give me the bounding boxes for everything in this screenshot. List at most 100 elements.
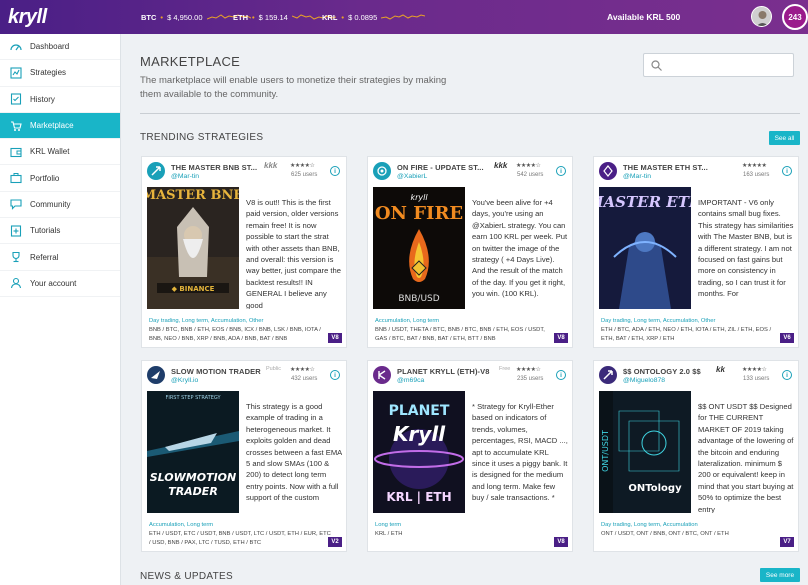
sidebar: Dashboard Strategies History Marketplace… <box>0 34 121 585</box>
svg-text:◆ BINANCE: ◆ BINANCE <box>172 285 215 293</box>
svg-text:MASTER ETH: MASTER ETH <box>599 193 691 211</box>
strategy-title[interactable]: THE MASTER BNB ST... <box>171 163 257 172</box>
kkk-badge: kk <box>716 365 725 374</box>
info-icon[interactable]: i <box>556 370 566 380</box>
search-icon <box>651 60 662 71</box>
sidebar-item-label: Tutorials <box>30 226 61 236</box>
strategy-author[interactable]: @Kryll.io <box>171 377 198 384</box>
sidebar-item-tutorials[interactable]: Tutorials <box>0 218 120 245</box>
strategy-tags: Accumulation, Long term <box>149 522 214 528</box>
strategy-author[interactable]: @Miguelo878 <box>623 377 665 384</box>
main-content: MARKETPLACE The marketplace will enable … <box>121 34 808 585</box>
svg-text:ON FIRE: ON FIRE <box>375 203 463 224</box>
user-count: 235 users <box>517 376 544 382</box>
strategy-title[interactable]: PLANET KRYLL (ETH)-V8 <box>397 367 490 376</box>
sidebar-item-krl-wallet[interactable]: KRL Wallet <box>0 139 120 166</box>
info-icon[interactable]: i <box>782 166 792 176</box>
strategy-author[interactable]: @XabierL <box>397 173 427 180</box>
strategy-author[interactable]: @Mar-tin <box>623 173 651 180</box>
sidebar-item-marketplace[interactable]: Marketplace <box>0 112 120 140</box>
section-title-trending: TRENDING STRATEGIES <box>140 132 264 143</box>
sidebar-item-label: Strategies <box>30 68 67 78</box>
see-all-button[interactable]: See all <box>769 131 800 145</box>
see-more-button[interactable]: See more <box>760 568 800 582</box>
krl-sparkline <box>381 14 426 20</box>
strategy-tags: Day trading, Long term, Accumulation, Ot… <box>149 318 264 324</box>
strategy-icon <box>373 162 391 180</box>
strategy-tags: Accumulation, Long term <box>375 318 440 324</box>
rating-stars: ★★★★★ <box>742 163 767 169</box>
info-icon[interactable]: i <box>330 370 340 380</box>
sidebar-item-community[interactable]: Community <box>0 192 120 219</box>
sidebar-item-label: KRL Wallet <box>30 147 70 157</box>
svg-text:ONTology: ONTology <box>628 483 682 494</box>
sidebar-item-portfolio[interactable]: Portfolio <box>0 165 120 192</box>
strategy-title[interactable]: $$ ONTOLOGY 2.0 $$ <box>623 367 701 376</box>
ticker-dot-icon: • <box>341 12 345 22</box>
strategy-icon <box>599 366 617 384</box>
strategy-tags: Long term <box>375 522 402 528</box>
sidebar-item-strategies[interactable]: Strategies <box>0 60 120 87</box>
strategy-author[interactable]: @m69ca <box>397 377 424 384</box>
version-badge: V8 <box>554 333 568 343</box>
referral-icon <box>12 251 20 263</box>
page-title: MARKETPLACE <box>140 54 241 69</box>
wallet-icon <box>10 147 22 157</box>
notification-badge[interactable]: 243 <box>782 4 808 30</box>
sidebar-item-your-account[interactable]: Your account <box>0 271 120 297</box>
krl-ticker: KRL • $ 0.0895 <box>322 12 426 22</box>
visibility-label: Public <box>266 366 281 372</box>
strategy-cover-image: ◆ BINANCE MASTER BNB <box>147 187 239 309</box>
sidebar-item-dashboard[interactable]: Dashboard <box>0 34 120 61</box>
sidebar-item-history[interactable]: History <box>0 87 120 113</box>
strategy-card[interactable]: ON FIRE - UPDATE ST... kkk @XabierL ★★★★… <box>367 156 573 348</box>
user-count: 625 users <box>291 172 318 178</box>
strategy-tags: Day trading, Long term, Accumulation <box>601 522 698 528</box>
kryll-logo[interactable]: kryll <box>8 6 47 29</box>
section-title-news: NEWS & UPDATES <box>140 571 233 582</box>
info-icon[interactable]: i <box>556 166 566 176</box>
version-badge: V2 <box>328 537 342 547</box>
info-icon[interactable]: i <box>782 370 792 380</box>
strategy-card[interactable]: PLANET KRYLL (ETH)-V8 Free @m69ca ★★★★☆ … <box>367 360 573 552</box>
strategy-card[interactable]: THE MASTER ETH ST... @Mar-tin ★★★★★ 163 … <box>593 156 799 348</box>
rating-stars: ★★★★☆ <box>290 367 315 373</box>
strategy-description: This strategy is a good example of tradi… <box>246 402 342 503</box>
sidebar-item-label: Referral <box>30 252 59 262</box>
strategy-card[interactable]: THE MASTER BNB ST... kkk @Mar-tin ★★★★☆ … <box>141 156 347 348</box>
divider <box>140 113 800 114</box>
sidebar-item-referral[interactable]: Referral <box>0 244 120 271</box>
user-avatar[interactable] <box>751 6 772 27</box>
user-count: 133 users <box>743 376 770 382</box>
strategy-cover-image: ONT/USDT ONTology <box>599 391 691 513</box>
strategy-cover-image: kryll ON FIRE BNB/USD <box>373 187 465 309</box>
strategy-cover-image: FIRST STEP STRATEGY SLOWMOTION TRADER <box>147 391 239 513</box>
search-input[interactable] <box>643 53 794 77</box>
strategy-cover-image: PLANET Kryll KRL | ETH <box>373 391 465 513</box>
svg-text:FIRST STEP STRATEGY: FIRST STEP STRATEGY <box>165 395 221 401</box>
version-badge: V8 <box>328 333 342 343</box>
kkk-badge: kkk <box>264 161 278 170</box>
strategy-cover-image: MASTER ETH <box>599 187 691 309</box>
strategy-pairs: ETH / USDT, ETC / USDT, BNB / USDT, LTC … <box>149 531 331 546</box>
community-icon <box>10 199 22 211</box>
info-icon[interactable]: i <box>330 166 340 176</box>
version-badge: V6 <box>780 333 794 343</box>
strategy-pairs: ETH / BTC, ADA / ETH, NEO / ETH, IOTA / … <box>601 327 772 342</box>
sidebar-item-label: Dashboard <box>30 42 70 52</box>
strategy-card[interactable]: $$ ONTOLOGY 2.0 $$ kk @Miguelo878 ★★★★☆ … <box>593 360 799 552</box>
user-count: 432 users <box>291 376 318 382</box>
ticker-dot-icon: • <box>160 12 164 22</box>
strategy-pairs: KRL / ETH <box>375 531 403 537</box>
rating-stars: ★★★★☆ <box>516 163 541 169</box>
tutorials-icon <box>10 225 22 237</box>
strategy-title[interactable]: THE MASTER ETH ST... <box>623 163 708 172</box>
svg-text:PLANET: PLANET <box>389 403 450 419</box>
strategy-title[interactable]: ON FIRE - UPDATE ST... <box>397 163 484 172</box>
strategy-card[interactable]: SLOW MOTION TRADER Public @Kryll.io ★★★★… <box>141 360 347 552</box>
sidebar-item-label: Your account <box>30 278 77 288</box>
portfolio-icon <box>10 173 22 184</box>
strategy-author[interactable]: @Mar-tin <box>171 173 199 180</box>
ticker-symbol: ETH <box>233 12 248 22</box>
strategy-title[interactable]: SLOW MOTION TRADER <box>171 367 261 376</box>
